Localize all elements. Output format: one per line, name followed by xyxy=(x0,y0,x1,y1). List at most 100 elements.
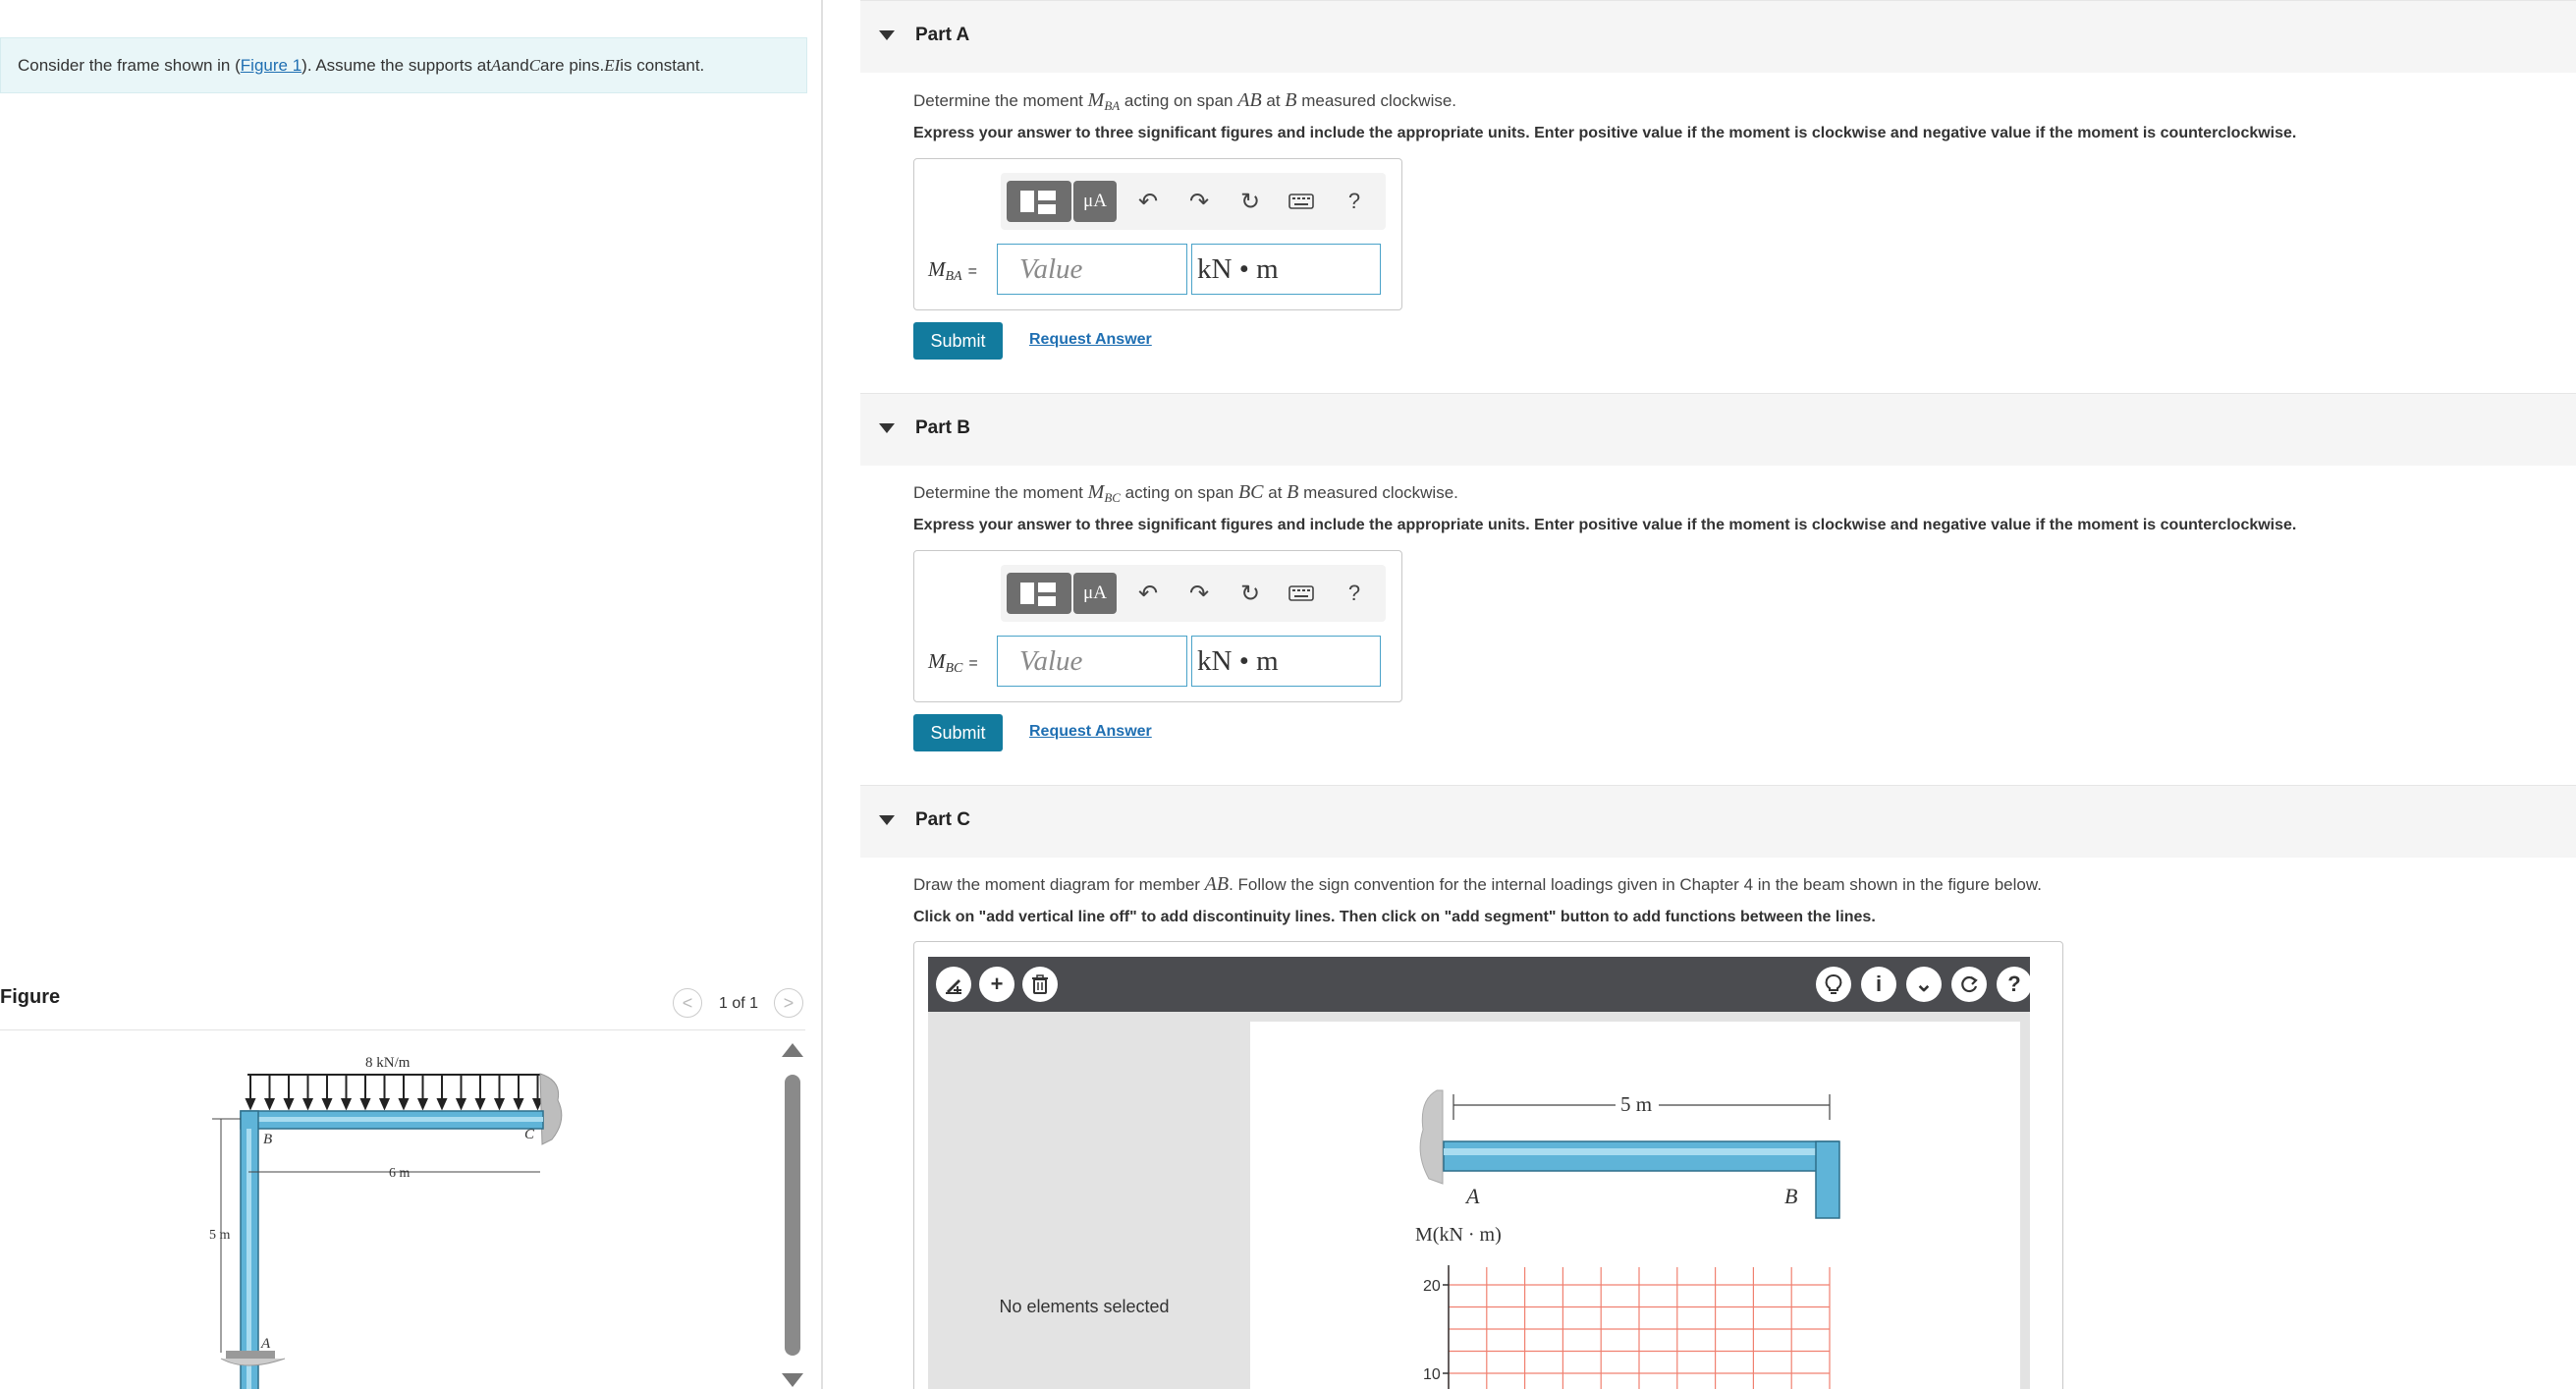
question-text: at xyxy=(1261,91,1286,110)
add-segment-icon[interactable]: + xyxy=(979,967,1014,1002)
load-arrow-head xyxy=(283,1098,295,1111)
part-c-question: Draw the moment diagram for member AB. F… xyxy=(913,873,2042,896)
moment-diagram-tool: + i ⌄ ? No elements selected 5 m A B M(k… xyxy=(913,941,2063,1389)
label-a: A xyxy=(260,1336,271,1352)
equals-sign: = xyxy=(968,655,978,672)
question-text: . Follow the sign convention for the int… xyxy=(1229,875,2042,894)
lightbulb-icon[interactable] xyxy=(1816,967,1851,1002)
part-c-instruction: Click on "add vertical line off" to add … xyxy=(913,909,1876,925)
trash-icon[interactable] xyxy=(1022,967,1058,1002)
beam-label-a: A xyxy=(1464,1184,1480,1208)
frame-figure: 8 kN/m B C A 6 m 5 m xyxy=(209,1055,563,1389)
part-b-label: Part B xyxy=(915,417,970,438)
templates-button[interactable] xyxy=(1007,181,1071,222)
scroll-up-arrow[interactable] xyxy=(782,1043,803,1057)
redo-icon[interactable]: ↷ xyxy=(1179,573,1219,614)
figure-link[interactable]: Figure 1 xyxy=(241,56,301,76)
question-text: Determine the moment xyxy=(913,91,1088,110)
moment-subscript: BA xyxy=(1104,98,1121,113)
moment-grid xyxy=(1448,1267,1831,1389)
scrollbar-thumb[interactable] xyxy=(785,1075,800,1356)
load-arrow-head xyxy=(301,1098,314,1111)
caret-down-icon xyxy=(879,423,895,433)
redo-icon[interactable]: ↷ xyxy=(1179,181,1219,222)
request-answer-link[interactable]: Request Answer xyxy=(1029,331,1152,349)
symbol-a: A xyxy=(490,55,502,75)
span-symbol: AB xyxy=(1237,89,1262,111)
symbol-ei: EI xyxy=(604,55,621,75)
dimension-5m: 5 m xyxy=(209,1228,231,1243)
reset-icon[interactable]: ↻ xyxy=(1231,573,1270,614)
span-symbol: AB xyxy=(1204,873,1230,895)
problem-text-2: ). Assume the supports at xyxy=(301,55,491,75)
add-vertical-line-icon[interactable] xyxy=(936,967,971,1002)
load-arrow-head xyxy=(340,1098,353,1111)
question-text: measured clockwise. xyxy=(1296,91,1457,110)
question-text: measured clockwise. xyxy=(1298,483,1458,502)
help-icon[interactable]: ? xyxy=(1335,181,1374,222)
part-b-answer-box: μA ↶ ↷ ↻ ? MBC = kN • m xyxy=(913,550,1402,702)
load-arrow-head xyxy=(455,1098,467,1111)
keyboard-icon[interactable] xyxy=(1280,181,1323,222)
load-arrow-head xyxy=(378,1098,391,1111)
support-a xyxy=(220,1351,286,1366)
help-icon[interactable]: ? xyxy=(1335,573,1374,614)
request-answer-link[interactable]: Request Answer xyxy=(1029,723,1152,741)
question-text: Determine the moment xyxy=(913,483,1088,502)
units-field[interactable]: kN • m xyxy=(1191,636,1381,687)
column-ab-highlight xyxy=(247,1129,251,1389)
keyboard-icon[interactable] xyxy=(1280,573,1323,614)
problem-statement: Consider the frame shown in (Figure 1). … xyxy=(0,37,807,93)
submit-button[interactable]: Submit xyxy=(913,322,1003,360)
undo-icon[interactable]: ↶ xyxy=(1128,573,1168,614)
load-label: 8 kN/m xyxy=(365,1055,411,1071)
part-b-header[interactable]: Part B xyxy=(860,393,2576,466)
chevron-right-icon: > xyxy=(783,992,795,1013)
scroll-down-arrow[interactable] xyxy=(782,1373,803,1387)
beam-label-b: B xyxy=(1784,1184,1797,1208)
moment-symbol: M xyxy=(1087,89,1105,111)
tick-label-20: 20 xyxy=(1423,1278,1441,1295)
reset-icon[interactable]: ↻ xyxy=(1231,181,1270,222)
math-toolbar: μA ↶ ↷ ↻ ? xyxy=(1001,565,1386,622)
value-input[interactable] xyxy=(997,636,1187,687)
part-c-header[interactable]: Part C xyxy=(860,785,2576,858)
units-button[interactable]: μA xyxy=(1073,573,1117,614)
templates-button[interactable] xyxy=(1007,573,1071,614)
part-a-label: Part A xyxy=(915,25,970,45)
part-a-question: Determine the moment MBA acting on span … xyxy=(913,89,1456,114)
reset-icon[interactable] xyxy=(1951,967,1987,1002)
graph-canvas[interactable]: 5 m A B M(kN · m) 20 10 xyxy=(1240,1012,2030,1389)
chevron-down-icon[interactable]: ⌄ xyxy=(1906,967,1942,1002)
distributed-load-arrows xyxy=(245,1074,544,1111)
graph-paper[interactable]: 5 m A B M(kN · m) 20 10 xyxy=(1250,1022,2020,1389)
answer-symbol: M xyxy=(928,257,946,281)
units-button[interactable]: μA xyxy=(1073,181,1117,222)
wall-c xyxy=(539,1073,563,1145)
figure-next-button[interactable]: > xyxy=(774,988,803,1018)
point-symbol: B xyxy=(1285,89,1297,111)
answer-subscript: BC xyxy=(945,661,963,676)
help-icon[interactable]: ? xyxy=(1997,967,2032,1002)
question-text: acting on span xyxy=(1120,483,1238,502)
figure-prev-button[interactable]: < xyxy=(673,988,702,1018)
figure-counter: 1 of 1 xyxy=(719,995,759,1012)
value-input[interactable] xyxy=(997,244,1187,295)
beam-ab xyxy=(1443,1140,1839,1172)
load-arrow-head xyxy=(359,1098,371,1111)
submit-button[interactable]: Submit xyxy=(913,714,1003,751)
symbol-c: C xyxy=(528,55,541,75)
info-icon[interactable]: i xyxy=(1861,967,1896,1002)
answer-label: MBC = xyxy=(928,649,978,677)
answer-subscript: BA xyxy=(945,269,962,284)
dimension-6m: 6 m xyxy=(389,1166,411,1181)
part-a-header[interactable]: Part A xyxy=(860,0,2576,73)
load-arrow-head xyxy=(398,1098,410,1111)
column-stub xyxy=(1815,1140,1840,1219)
label-c: C xyxy=(524,1127,535,1142)
units-field[interactable]: kN • m xyxy=(1191,244,1381,295)
answer-label: MBA = xyxy=(928,257,977,285)
graph-toolbar: + i ⌄ ? xyxy=(928,957,2032,1012)
load-arrow-head xyxy=(321,1098,333,1111)
undo-icon[interactable]: ↶ xyxy=(1128,181,1168,222)
